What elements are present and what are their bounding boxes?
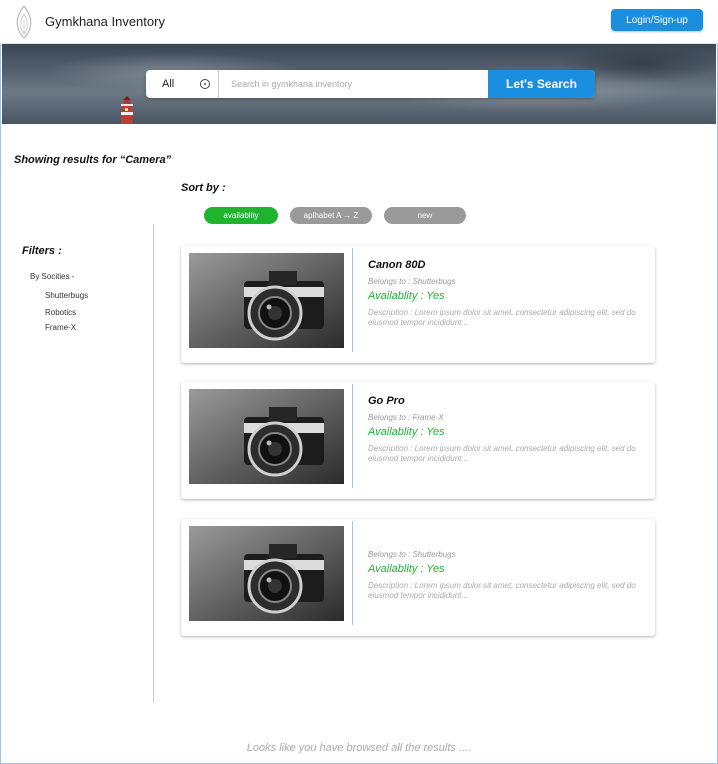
flame-logo-icon[interactable] [12,4,36,40]
camera-icon [189,253,344,348]
filter-item-robotics[interactable]: Robotics [45,308,76,317]
results-heading: Showing results for “Camera” [14,154,172,166]
card-title[interactable]: Canon 80D [368,259,425,271]
sort-label: Sort by : [181,182,226,194]
filter-group-label: By Socities - [30,272,75,281]
filter-item-frame-x[interactable]: Frame-X [45,323,76,332]
card-availability: Availablity : Yes [368,426,445,438]
camera-icon [189,526,344,621]
top-navbar: Gymkhana Inventory Login/Sign-up [0,0,718,44]
card-title[interactable]: Go Pro [368,395,405,407]
card-description: Description : Lorem ipsum dolor sit amet… [368,581,636,600]
search-button[interactable]: Let's Search [488,70,595,98]
filters-title: Filters : [22,245,62,257]
card-description: Description : Lorem ipsum dolor sit amet… [368,444,636,463]
search-bar: All Let's Search [146,70,595,98]
card-separator [352,248,353,352]
card-description: Description : Lorem ipsum dolor sit amet… [368,308,636,327]
card-belongs-to: Belongs to : Frame-X [368,413,444,422]
search-input[interactable] [219,70,488,98]
result-card[interactable]: Go Pro Belongs to : Frame-X Availablity … [181,382,655,499]
result-card[interactable]: Belongs to : Shutterbugs Availablity : Y… [181,519,655,636]
sort-availability-chip[interactable]: availablity [204,207,278,224]
card-belongs-to: Belongs to : Shutterbugs [368,277,456,286]
card-separator [352,384,353,488]
lighthouse-icon [121,96,133,124]
camera-icon [189,389,344,484]
card-separator [352,521,353,625]
result-card[interactable]: Canon 80D Belongs to : Shutterbugs Avail… [181,246,655,363]
sort-new-chip[interactable]: new [384,207,466,224]
card-belongs-to: Belongs to : Shutterbugs [368,550,456,559]
login-signup-button[interactable]: Login/Sign-up [611,9,703,31]
card-availability: Availablity : Yes [368,290,445,302]
dropdown-circle-icon [200,79,210,89]
filter-item-shutterbugs[interactable]: Shutterbugs [45,291,88,300]
category-select-value: All [162,78,175,90]
app-title: Gymkhana Inventory [45,14,165,29]
sidebar-divider [153,224,154,702]
category-select[interactable]: All [146,70,219,98]
sort-alphabet-chip[interactable]: aplhabet A → Z [290,207,372,224]
end-of-results-note: Looks like you have browsed all the resu… [246,742,472,754]
card-availability: Availablity : Yes [368,563,445,575]
